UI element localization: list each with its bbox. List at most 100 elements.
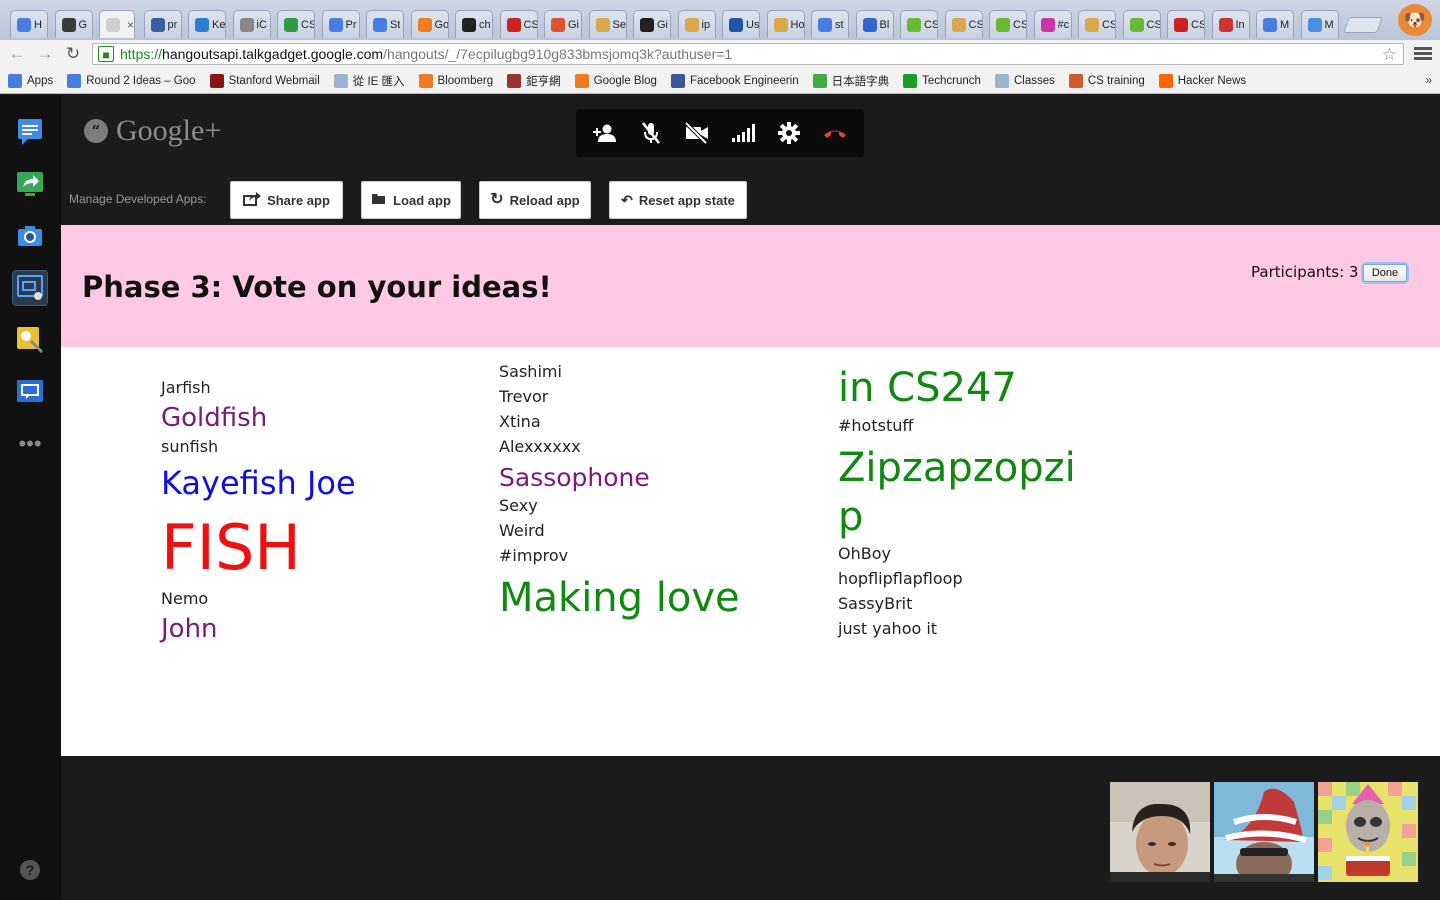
idea-word[interactable]: Weird	[499, 523, 545, 539]
idea-word[interactable]: p	[838, 497, 863, 537]
app-dev-icon[interactable]	[12, 270, 48, 306]
bookmark-item[interactable]: Facebook Engineerin	[670, 73, 799, 88]
close-tab-icon[interactable]: ×	[127, 18, 134, 32]
participant-video-1[interactable]	[1110, 782, 1210, 882]
bookmark-item[interactable]: Stanford Webmail	[209, 73, 320, 88]
done-button[interactable]: Done	[1363, 264, 1407, 282]
bookmark-item[interactable]: Hacker News	[1158, 73, 1246, 88]
globe-icon	[507, 73, 522, 88]
share-app-button[interactable]: Share app	[230, 181, 343, 219]
browser-tab[interactable]: St	[366, 10, 404, 38]
mute-mic-icon[interactable]	[633, 115, 669, 151]
new-tab-button[interactable]	[1343, 17, 1383, 33]
browser-tab[interactable]: Se	[588, 10, 627, 38]
reload-app-button[interactable]: ↻ Reload app	[479, 181, 591, 219]
idea-word[interactable]: Xtina	[499, 414, 541, 430]
browser-tab[interactable]: Gi	[544, 10, 582, 38]
browser-tab[interactable]: Gi	[633, 10, 671, 38]
bookmark-item[interactable]: 從 IE 匯入	[333, 73, 405, 89]
browser-tab[interactable]: Ke	[188, 10, 226, 38]
capture-camera-icon[interactable]	[13, 219, 47, 253]
idea-word[interactable]: sunfish	[161, 439, 218, 455]
idea-word[interactable]: Kayefish Joe	[161, 467, 356, 499]
idea-word[interactable]: Nemo	[161, 591, 208, 607]
idea-word[interactable]: just yahoo it	[838, 621, 937, 637]
idea-word[interactable]: Jarfish	[161, 380, 211, 396]
app-screen-icon[interactable]	[13, 375, 47, 409]
forward-arrow-icon[interactable]: →	[34, 43, 56, 65]
browser-tab[interactable]: Bl	[855, 10, 894, 38]
browser-tab[interactable]: CS	[900, 10, 938, 38]
idea-word[interactable]: Alexxxxxx	[499, 439, 581, 455]
profile-avatar-icon[interactable]: 🐶	[1398, 4, 1432, 36]
browser-tab[interactable]: Ho	[766, 10, 805, 38]
bookmark-item[interactable]: Round 2 Ideas – Goo	[67, 73, 196, 88]
screenshare-icon[interactable]	[13, 167, 47, 201]
bookmark-star-icon[interactable]: ☆	[1382, 45, 1397, 65]
browser-tab[interactable]: M	[1256, 10, 1294, 38]
participant-video-2[interactable]	[1214, 782, 1314, 882]
browser-tab[interactable]: CS	[499, 10, 538, 38]
bandwidth-icon[interactable]	[725, 115, 761, 151]
bookmark-item[interactable]: Google Blog	[574, 73, 657, 88]
browser-tab[interactable]: ip	[677, 10, 716, 38]
help-icon[interactable]: ?	[20, 860, 40, 880]
browser-tab[interactable]: Pr	[321, 10, 360, 38]
browser-tab[interactable]: #c	[1033, 10, 1072, 38]
reload-icon[interactable]: ↻	[62, 43, 84, 65]
browser-tab[interactable]: G×	[99, 10, 135, 38]
browser-tab[interactable]: H	[10, 10, 48, 38]
idea-word[interactable]: Sexy	[499, 498, 538, 514]
idea-word[interactable]: #hotstuff	[838, 418, 913, 434]
chrome-menu-icon[interactable]	[1414, 45, 1432, 63]
add-person-icon[interactable]	[587, 115, 623, 151]
bookmark-item[interactable]: 鉅亨網	[507, 73, 561, 89]
browser-tab[interactable]: CS	[1122, 10, 1161, 38]
browser-tab[interactable]: CS	[989, 10, 1027, 38]
reset-app-state-button[interactable]: ↶ Reset app state	[609, 181, 747, 219]
browser-tab[interactable]: CS	[944, 10, 983, 38]
bookmark-item[interactable]: Bloomberg	[418, 73, 493, 88]
browser-tab[interactable]: iC	[232, 10, 271, 38]
browser-tab[interactable]: In	[1211, 10, 1250, 38]
back-arrow-icon[interactable]: ←	[6, 43, 28, 65]
browser-tab[interactable]: M	[1300, 10, 1339, 38]
idea-word[interactable]: Making love	[499, 578, 740, 618]
idea-word[interactable]: FISH	[161, 517, 301, 579]
bookmark-item[interactable]: Techcrunch	[903, 73, 981, 88]
settings-icon[interactable]	[771, 115, 807, 151]
effects-wand-icon[interactable]	[13, 323, 47, 357]
bookmark-item[interactable]: CS training	[1068, 73, 1145, 88]
hang-up-icon[interactable]	[817, 115, 853, 151]
idea-word[interactable]: SassyBrit	[838, 596, 912, 612]
idea-word[interactable]: in CS247	[838, 368, 1017, 408]
browser-tab[interactable]: Us	[722, 10, 760, 38]
browser-tab[interactable]: ch	[455, 10, 493, 38]
browser-tab[interactable]: CS	[277, 10, 315, 38]
bookmark-item[interactable]: 日本語字典	[812, 73, 889, 89]
browser-tab[interactable]: Go	[410, 10, 449, 38]
address-bar[interactable]: ■ https:// hangoutsapi.talkgadget.google…	[92, 43, 1404, 65]
bookmark-item[interactable]: Classes	[994, 73, 1055, 88]
idea-word[interactable]: Trevor	[499, 389, 548, 405]
idea-word[interactable]: Sassophone	[499, 465, 650, 490]
camera-off-icon[interactable]	[679, 115, 715, 151]
browser-tab[interactable]: st	[811, 10, 849, 38]
bookmark-item[interactable]: Apps	[8, 73, 53, 88]
browser-tab[interactable]: CS	[1167, 10, 1205, 38]
idea-word[interactable]: Zipzapzopzi	[838, 448, 1076, 488]
idea-word[interactable]: Goldfish	[161, 405, 267, 431]
idea-word[interactable]: Sashimi	[499, 364, 562, 380]
idea-word[interactable]: OhBoy	[838, 546, 891, 562]
idea-word[interactable]: John	[161, 616, 218, 642]
more-apps-icon[interactable]: •••	[13, 427, 47, 461]
load-app-button[interactable]: Load app	[361, 181, 461, 219]
browser-tab[interactable]: CS	[1078, 10, 1116, 38]
browser-tab[interactable]: pr	[143, 10, 182, 38]
participant-video-3[interactable]	[1318, 782, 1418, 882]
browser-tab[interactable]: G	[54, 10, 93, 38]
idea-word[interactable]: #improv	[499, 548, 568, 564]
bookmarks-overflow-icon[interactable]: »	[1425, 73, 1432, 87]
chat-icon[interactable]	[13, 115, 47, 149]
idea-word[interactable]: hopflipflapfloop	[838, 571, 963, 587]
